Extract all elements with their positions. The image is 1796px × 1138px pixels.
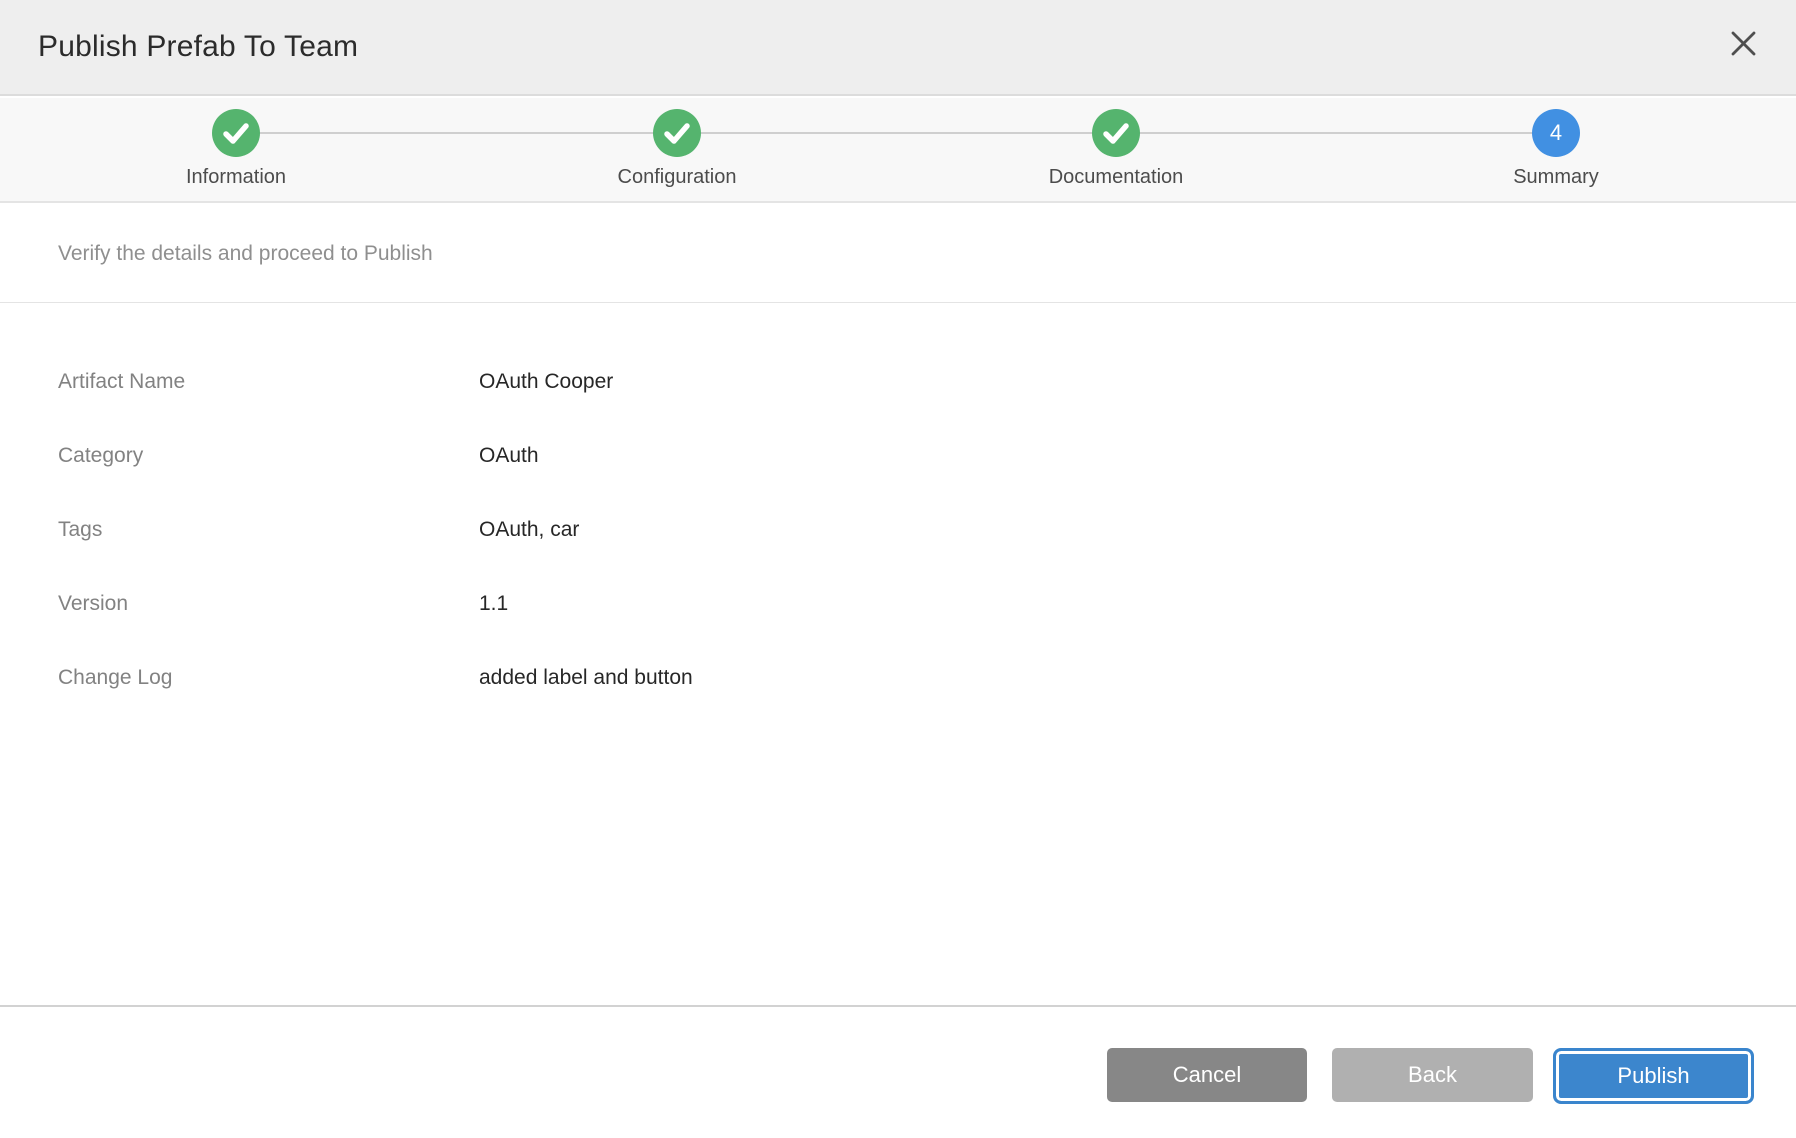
wizard-stepper: 4 Information Configuration Documentatio…	[0, 98, 1796, 203]
field-value: 1.1	[479, 592, 508, 616]
field-value: added label and button	[479, 666, 693, 690]
back-button[interactable]: Back	[1332, 1048, 1533, 1102]
summary-row-version: Version 1.1	[0, 592, 1796, 620]
summary-row-artifact-name: Artifact Name OAuth Cooper	[0, 370, 1796, 398]
step-label-information: Information	[116, 166, 356, 189]
dialog-header: Publish Prefab To Team	[0, 0, 1796, 96]
field-label: Category	[58, 444, 143, 468]
step-description-text: Verify the details and proceed to Publis…	[58, 242, 433, 266]
summary-row-change-log: Change Log added label and button	[0, 666, 1796, 694]
step-label-configuration: Configuration	[557, 166, 797, 189]
field-value: OAuth, car	[479, 518, 579, 542]
check-icon	[653, 109, 701, 157]
publish-button[interactable]: Publish	[1553, 1048, 1754, 1104]
step-information-indicator[interactable]	[212, 109, 260, 157]
stepper-connector-line	[236, 132, 1556, 134]
step-number: 4	[1550, 120, 1562, 146]
close-button[interactable]	[1721, 21, 1765, 65]
step-label-summary: Summary	[1436, 166, 1676, 189]
field-label: Artifact Name	[58, 370, 185, 394]
publish-prefab-dialog: Publish Prefab To Team	[0, 0, 1796, 1138]
check-icon	[1092, 109, 1140, 157]
field-value: OAuth	[479, 444, 539, 468]
step-description-bar: Verify the details and proceed to Publis…	[0, 205, 1796, 303]
footer-divider	[0, 1005, 1796, 1007]
field-label: Version	[58, 592, 128, 616]
dialog-title: Publish Prefab To Team	[38, 30, 358, 64]
step-label-documentation: Documentation	[996, 166, 1236, 189]
step-summary-indicator[interactable]: 4	[1532, 109, 1580, 157]
field-value: OAuth Cooper	[479, 370, 613, 394]
step-configuration-indicator[interactable]	[653, 109, 701, 157]
summary-row-tags: Tags OAuth, car	[0, 518, 1796, 546]
field-label: Change Log	[58, 666, 172, 690]
step-documentation-indicator[interactable]	[1092, 109, 1140, 157]
field-label: Tags	[58, 518, 102, 542]
cancel-button[interactable]: Cancel	[1107, 1048, 1307, 1102]
summary-row-category: Category OAuth	[0, 444, 1796, 472]
check-icon	[212, 109, 260, 157]
close-icon	[1730, 30, 1757, 57]
